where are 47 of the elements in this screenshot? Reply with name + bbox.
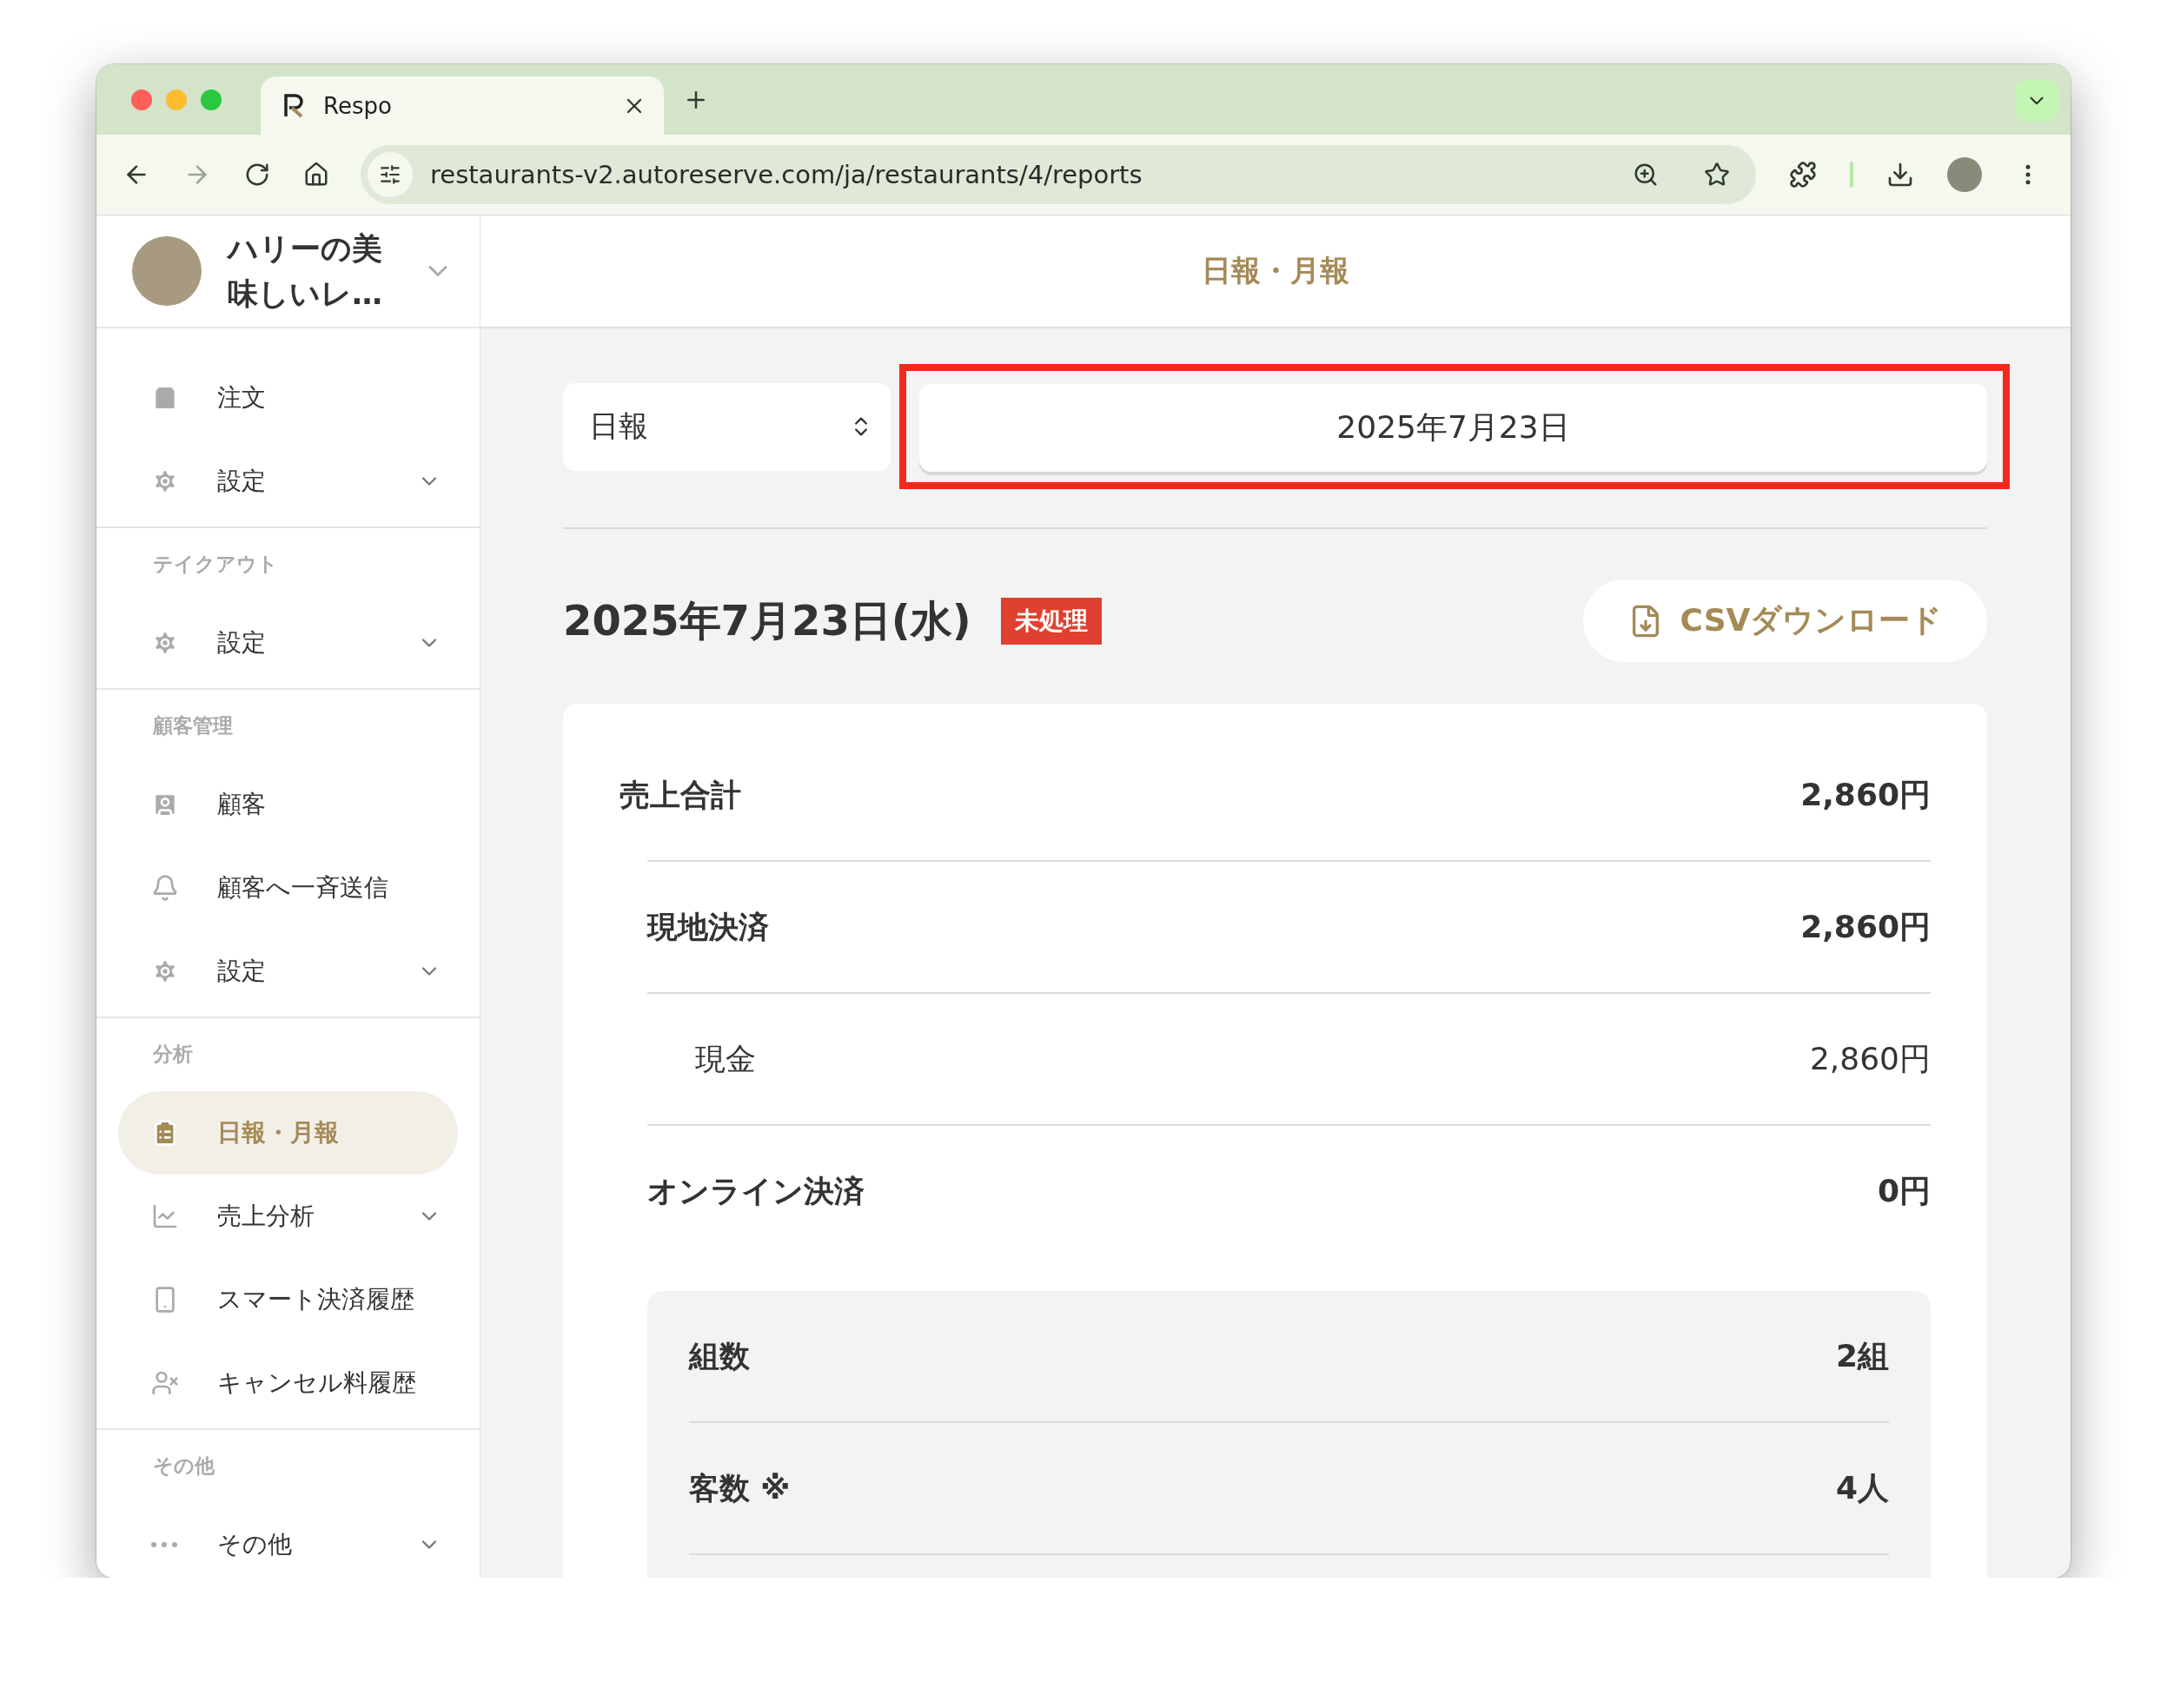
home-icon[interactable] <box>303 162 329 188</box>
row-label: 現金 <box>695 1040 756 1078</box>
row-value: 0円 <box>1877 1171 1931 1210</box>
sidebar-item[interactable]: 売上分析 <box>96 1175 480 1258</box>
browser-tab[interactable]: Respo <box>261 76 664 135</box>
row-label: 売上合計 <box>620 776 741 814</box>
user-x-icon <box>151 1369 179 1397</box>
bell-icon <box>151 874 179 902</box>
sidebar-item[interactable]: 注文 <box>96 356 480 440</box>
zoom-icon[interactable] <box>1633 162 1659 188</box>
address-bar[interactable]: restaurants-v2.autoreserve.com/ja/restaurants/4/reports <box>361 145 1756 204</box>
page-title: 日報・月報 <box>1202 252 1349 289</box>
section-heading: 分析 <box>153 1042 194 1067</box>
sidebar-item[interactable]: 設定 <box>96 601 480 685</box>
row-value: 2,860円 <box>1800 775 1931 814</box>
sidebar-item[interactable]: スマート決済履歴 <box>96 1258 480 1341</box>
section-heading: テイクアウト <box>153 552 279 577</box>
reload-icon[interactable] <box>244 162 270 188</box>
row-label: オンライン決済 <box>647 1172 865 1210</box>
stat-value: 4人 <box>1835 1468 1889 1507</box>
puzzle-icon[interactable] <box>1789 161 1817 189</box>
row-label: 現地決済 <box>647 908 769 946</box>
line-chart-icon <box>151 1202 179 1230</box>
bookmark-star-icon[interactable] <box>1704 162 1730 188</box>
section-heading: その他 <box>153 1453 215 1479</box>
profile-avatar[interactable] <box>1947 157 1982 192</box>
sidebar-item[interactable]: 設定 <box>96 440 480 523</box>
restaurant-name: ハリーの美味しいレ… <box>228 229 383 313</box>
dots-icon <box>151 1542 177 1547</box>
stat-value: 2組 <box>1835 1336 1889 1375</box>
site-info-icon[interactable] <box>368 152 413 197</box>
sidebar-item[interactable]: キャンセル料履歴 <box>96 1341 480 1425</box>
url-text: restaurants-v2.autoreserve.com/ja/restaurants/4/reports <box>430 160 1143 189</box>
stat-label: 客数 ※ <box>689 1469 791 1507</box>
period-select[interactable]: 日報 <box>563 382 891 471</box>
row-value: 2,860円 <box>1809 1039 1931 1078</box>
status-badge: 未処理 <box>1000 597 1102 645</box>
sidebar-item[interactable]: その他 <box>96 1503 480 1578</box>
sidebar-item[interactable]: 顧客へ一斉送信 <box>96 846 480 930</box>
section-heading: 顧客管理 <box>153 713 234 738</box>
row-value: 2,860円 <box>1800 907 1931 946</box>
sidebar-item[interactable]: 設定 <box>96 930 480 1013</box>
download-icon[interactable] <box>1886 161 1914 189</box>
sidebar-item[interactable]: 顧客 <box>96 763 480 846</box>
tab-title: Respo <box>323 92 393 119</box>
stat-label: 組数 <box>689 1337 750 1375</box>
report-date: 2025年7月23日(水) <box>563 594 971 646</box>
